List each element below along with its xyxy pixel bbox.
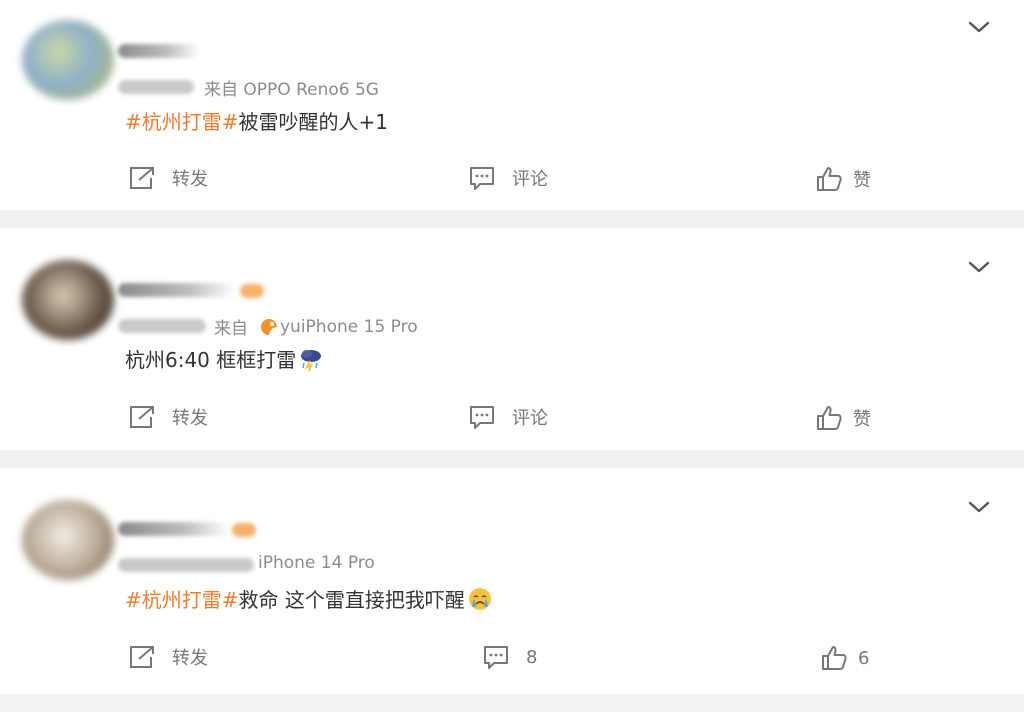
avatar[interactable]: [22, 500, 114, 580]
repost-label: 转发: [172, 408, 208, 429]
avatar[interactable]: [22, 260, 114, 340]
repost-icon: [130, 406, 154, 428]
post-divider: [0, 450, 1024, 468]
like-button[interactable]: 赞: [815, 404, 871, 432]
timestamp-redacted: [118, 558, 254, 572]
member-badge: [232, 523, 256, 537]
post-text: 杭州6:40 框框打雷: [125, 348, 297, 372]
comment-button[interactable]: 评论: [468, 165, 548, 191]
comment-icon: [470, 406, 494, 429]
chevron-down-icon[interactable]: [966, 18, 992, 36]
like-label: 赞: [853, 170, 871, 191]
timestamp-redacted: [118, 319, 206, 333]
post-meta: 来自 OPPO Reno6 5G: [204, 75, 379, 100]
member-badge: [240, 284, 264, 298]
chevron-down-icon[interactable]: [966, 498, 992, 516]
source-label: 来自: [214, 319, 248, 339]
post-text: 被雷吵醒的人+1: [238, 110, 388, 134]
hashtag-link[interactable]: #杭州打雷#: [125, 584, 239, 613]
comment-label: 评论: [512, 408, 548, 429]
username-redacted[interactable]: [118, 522, 230, 536]
post-content: #杭州打雷# 救命 这个雷直接把我吓醒: [125, 584, 493, 613]
avatar[interactable]: [22, 20, 114, 100]
thumbs-up-icon: [822, 646, 847, 670]
comment-icon: [484, 646, 508, 669]
post-meta: iPhone 14 Pro: [258, 553, 375, 573]
username-redacted[interactable]: [118, 44, 200, 58]
comment-button[interactable]: 评论: [468, 404, 548, 430]
chevron-down-icon[interactable]: [966, 258, 992, 276]
like-count: 6: [858, 647, 870, 669]
source-device-link[interactable]: iPhone 14 Pro: [258, 553, 375, 573]
repost-button[interactable]: 转发: [128, 165, 208, 191]
repost-label: 转发: [172, 169, 208, 190]
thunderstorm-icon: [301, 349, 322, 371]
post-card-3: iPhone 14 Pro #杭州打雷# 救命 这个雷直接把我吓醒 转发 8 6: [0, 468, 1024, 694]
repost-button[interactable]: 转发: [128, 644, 208, 670]
post-card-2: 来自 yuiPhone 15 Pro 杭州6:40 框框打雷 转发 评论 赞: [0, 228, 1024, 450]
thumbs-up-icon: [817, 167, 842, 191]
repost-label: 转发: [172, 648, 208, 669]
like-button[interactable]: 赞: [815, 165, 871, 193]
source-device-link[interactable]: yuiPhone 15 Pro: [280, 317, 418, 337]
post-divider: [0, 210, 1024, 228]
post-text: 救命 这个雷直接把我吓醒: [238, 588, 465, 612]
username-redacted[interactable]: [118, 283, 236, 297]
like-button[interactable]: 6: [820, 644, 869, 672]
comment-label: 评论: [512, 169, 548, 190]
hashtag-link[interactable]: #杭州打雷#: [125, 106, 239, 135]
comment-count: 8: [526, 646, 538, 668]
comment-button[interactable]: 8: [482, 644, 537, 670]
timestamp-redacted: [118, 80, 194, 94]
post-meta: 来自 yuiPhone 15 Pro: [214, 314, 418, 340]
source-label: 来自 OPPO Reno6 5G: [204, 80, 379, 100]
repost-icon: [130, 167, 154, 189]
repost-icon: [130, 646, 154, 668]
like-label: 赞: [853, 409, 871, 430]
source-icon: [261, 318, 277, 335]
post-card-1: 来自 OPPO Reno6 5G #杭州打雷# 被雷吵醒的人+1 转发 评论 赞: [0, 0, 1024, 210]
repost-button[interactable]: 转发: [128, 404, 208, 430]
comment-icon: [470, 167, 494, 190]
crying-face-icon: [468, 587, 491, 610]
post-content: 杭州6:40 框框打雷: [125, 344, 324, 373]
thumbs-up-icon: [817, 406, 842, 430]
post-content: #杭州打雷# 被雷吵醒的人+1: [125, 106, 388, 135]
